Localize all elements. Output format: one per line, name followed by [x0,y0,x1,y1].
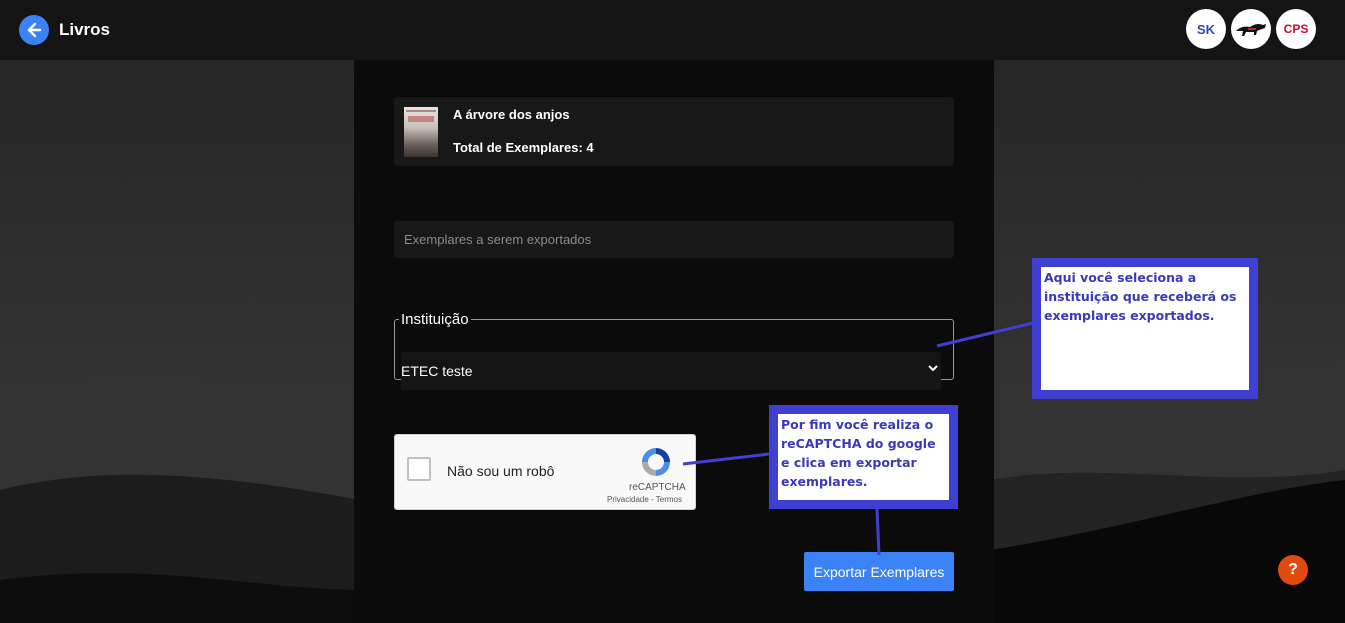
book-card: A árvore dos anjos Total de Exemplares: … [394,97,954,166]
cps-logo: CPS [1276,9,1316,49]
export-copies-input[interactable] [394,221,954,258]
annotation-institution: Aqui você seleciona a instituição que re… [1032,258,1258,399]
recaptcha-brand: reCAPTCHA [629,482,686,493]
book-total-copies: Total de Exemplares: 4 [453,140,594,155]
top-bar: Livros SK CPS [0,0,1345,60]
annotation-recaptcha-export: Por fim você realiza o reCAPTCHA do goog… [769,405,958,509]
horse-logo [1231,9,1271,49]
export-copies-button[interactable]: Exportar Exemplares [804,552,954,591]
arrow-left-icon [27,22,42,38]
institution-selected-value: ETEC teste [401,363,473,379]
recaptcha-privacy-terms-links[interactable]: Privacidade - Termos [607,495,682,504]
institution-select[interactable]: ETEC teste [401,352,941,390]
recaptcha-label: Não sou um robô [447,463,555,479]
sk-logo-text: SK [1196,21,1216,37]
institution-legend: Instituição [401,311,469,328]
cps-logo-text: CPS [1283,22,1309,36]
recaptcha-checkbox[interactable] [407,457,431,481]
help-button[interactable]: ? [1278,555,1308,585]
page-title: Livros [59,20,111,39]
institution-fieldset: Instituição ETEC teste [394,311,954,390]
recaptcha-logo-icon [642,448,670,476]
recaptcha-widget: Não sou um robô reCAPTCHA Privacidade - … [394,434,696,510]
back-button[interactable] [19,15,49,45]
sk-logo: SK [1186,9,1226,49]
book-cover [404,107,438,157]
chevron-down-icon [928,365,938,372]
horse-icon [1236,23,1266,36]
book-title: A árvore dos anjos [453,107,570,122]
